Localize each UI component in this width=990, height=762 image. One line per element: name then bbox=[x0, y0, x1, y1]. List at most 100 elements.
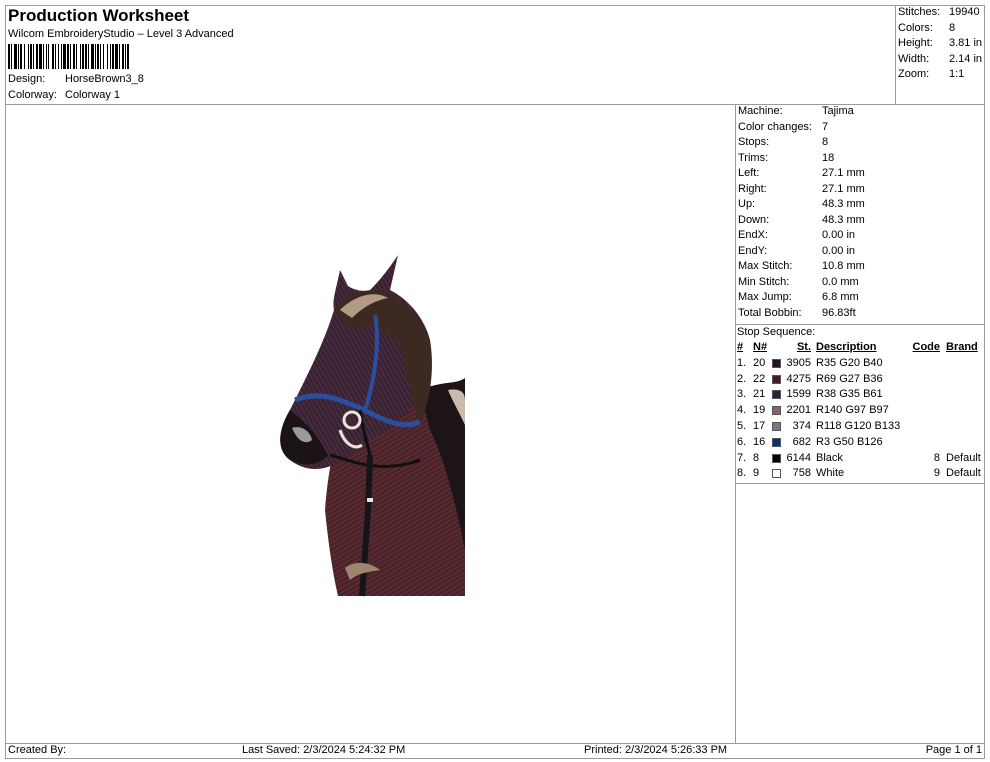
machine-info-row: Down: 48.3 mm bbox=[738, 213, 865, 229]
stop-cell-n: 22 bbox=[753, 372, 766, 385]
machine-info-label: Up: bbox=[738, 198, 756, 210]
stop-cell-idx: 5. bbox=[737, 419, 747, 432]
stats-divider bbox=[895, 5, 896, 104]
stop-cell-st: 1599 bbox=[786, 388, 811, 401]
stop-cell-n: 17 bbox=[753, 419, 766, 432]
stop-cell-n: 20 bbox=[753, 356, 766, 369]
column-header-index: # bbox=[737, 341, 744, 353]
machine-info-panel: Machine: Tajima Color changes: 7 Stops: 8 T… bbox=[738, 104, 865, 321]
machine-info-label: Left: bbox=[738, 167, 760, 179]
stop-cell-st: 4275 bbox=[786, 372, 811, 385]
machine-info-row: Total Bobbin: 96.83ft bbox=[738, 306, 865, 322]
color-swatch bbox=[772, 453, 781, 463]
machine-info-label: Stops: bbox=[738, 136, 770, 148]
column-header-stitches: St. bbox=[796, 341, 811, 353]
stop-cell-st: 758 bbox=[792, 467, 811, 480]
stop-cell-n: 9 bbox=[753, 467, 760, 480]
stop-cell-description: R35 G20 B40 bbox=[816, 356, 883, 369]
design-value: HorseBrown3_8 bbox=[65, 73, 144, 85]
color-swatch bbox=[772, 437, 781, 447]
color-swatch bbox=[772, 358, 781, 368]
color-swatch bbox=[772, 390, 781, 400]
stop-cell-idx: 7. bbox=[737, 451, 747, 464]
stat-value: 2.14 in bbox=[949, 52, 983, 65]
stop-cell-st: 6144 bbox=[786, 451, 811, 464]
machine-info-row: Left: 27.1 mm bbox=[738, 166, 865, 182]
machine-info-row: Up: 48.3 mm bbox=[738, 197, 865, 213]
footer-last-saved: Last Saved: 2/3/2024 5:24:32 PM bbox=[242, 744, 406, 756]
stop-cell-description: White bbox=[816, 467, 845, 480]
stop-sequence-row: 1. 20 3905 R35 G20 B40 bbox=[737, 356, 985, 372]
machine-info-label: Max Jump: bbox=[738, 291, 792, 303]
stop-cell-st: 374 bbox=[792, 419, 811, 432]
machine-info-label: Max Stitch: bbox=[738, 260, 793, 272]
stop-cell-brand: Default bbox=[946, 451, 981, 464]
color-swatch bbox=[772, 469, 781, 479]
design-preview-image bbox=[280, 255, 465, 597]
machine-info-value: 0.0 mm bbox=[822, 275, 859, 288]
machine-info-value: 27.1 mm bbox=[822, 167, 865, 179]
stats-panel: Stitches: 19940 Colors: 8 Height: 3.81 in W… bbox=[898, 5, 982, 83]
machine-info-row: EndX: 0.00 in bbox=[738, 228, 865, 244]
machine-info-value: 10.8 mm bbox=[822, 260, 865, 272]
stop-sequence-row: 7. 8 6144 Black 8 Default bbox=[737, 451, 985, 467]
color-swatch bbox=[772, 421, 781, 431]
stop-sequence-header-row: # N# St. Description Code Brand bbox=[737, 340, 985, 356]
machine-info-value: 0.00 in bbox=[822, 229, 856, 241]
design-info: Design: HorseBrown3_8 Colorway: Colorway… bbox=[8, 72, 144, 103]
machine-info-value: 0.00 in bbox=[822, 244, 856, 257]
machine-info-value: 27.1 mm bbox=[822, 182, 865, 195]
column-header-description: Description bbox=[816, 341, 877, 353]
machine-info-row: EndY: 0.00 in bbox=[738, 244, 865, 260]
stat-row: Width: 2.14 in bbox=[898, 52, 982, 68]
machine-info-value: 8 bbox=[822, 136, 829, 148]
design-label: Design: bbox=[8, 73, 46, 85]
stop-sequence-title: Stop Sequence: bbox=[737, 326, 816, 338]
colorway-row: Colorway: Colorway 1 bbox=[8, 88, 144, 104]
machine-info-row: Machine: Tajima bbox=[738, 104, 865, 120]
stop-sequence-table: Stop Sequence: # N# St. Description Code… bbox=[737, 324, 985, 482]
color-swatch bbox=[772, 406, 781, 416]
stat-label: Colors: bbox=[898, 21, 933, 34]
colorway-label: Colorway: bbox=[8, 88, 57, 101]
stop-cell-n: 16 bbox=[753, 435, 766, 448]
stop-cell-description: R118 G120 B133 bbox=[816, 419, 901, 432]
footer-created-by: Created By: bbox=[8, 744, 67, 756]
machine-info-label: Color changes: bbox=[738, 120, 812, 133]
machine-info-value: Tajima bbox=[822, 105, 854, 117]
stop-cell-n: 8 bbox=[753, 451, 760, 464]
stop-cell-code: 9 bbox=[933, 467, 940, 480]
machine-info-row: Max Jump: 6.8 mm bbox=[738, 290, 865, 306]
stop-cell-idx: 2. bbox=[737, 372, 747, 385]
stop-cell-idx: 3. bbox=[737, 388, 747, 401]
stop-sequence-row: 5. 17 374 R118 G120 B133 bbox=[737, 419, 985, 435]
machine-info-row: Right: 27.1 mm bbox=[738, 182, 865, 198]
stat-value: 3.81 in bbox=[949, 37, 983, 49]
machine-info-label: Trims: bbox=[738, 151, 769, 164]
stop-cell-description: R3 G50 B126 bbox=[816, 435, 883, 448]
column-header-brand: Brand bbox=[946, 341, 978, 353]
stat-row: Height: 3.81 in bbox=[898, 36, 982, 52]
machine-info-label: Down: bbox=[738, 213, 770, 226]
machine-info-row: Trims: 18 bbox=[738, 151, 865, 167]
machine-info-label: EndX: bbox=[738, 229, 768, 241]
stop-sequence-row: 4. 19 2201 R140 G97 B97 bbox=[737, 403, 985, 419]
footer-divider bbox=[5, 743, 985, 744]
stop-cell-n: 21 bbox=[753, 388, 766, 401]
stat-row: Zoom: 1:1 bbox=[898, 67, 982, 83]
column-header-code: Code bbox=[912, 341, 941, 353]
machine-info-row: Max Stitch: 10.8 mm bbox=[738, 259, 865, 275]
stop-cell-code: 8 bbox=[933, 451, 940, 464]
colorway-value: Colorway 1 bbox=[65, 88, 121, 101]
stat-label: Stitches: bbox=[898, 6, 941, 18]
stop-sequence-row: 8. 9 758 White 9 Default bbox=[737, 466, 985, 482]
stop-cell-st: 3905 bbox=[786, 356, 811, 369]
stat-label: Width: bbox=[898, 52, 930, 65]
design-row: Design: HorseBrown3_8 bbox=[8, 72, 144, 88]
stop-cell-description: R140 G97 B97 bbox=[816, 404, 889, 417]
stop-sequence-rows: 1. 20 3905 R35 G20 B40 2. 22 4275 R69 G27 B36 3.… bbox=[737, 356, 985, 482]
machine-info-value: 48.3 mm bbox=[822, 213, 865, 226]
stop-cell-st: 2201 bbox=[786, 404, 811, 417]
stop-cell-idx: 1. bbox=[737, 356, 747, 369]
stop-sequence-row: 6. 16 682 R3 G50 B126 bbox=[737, 435, 985, 451]
